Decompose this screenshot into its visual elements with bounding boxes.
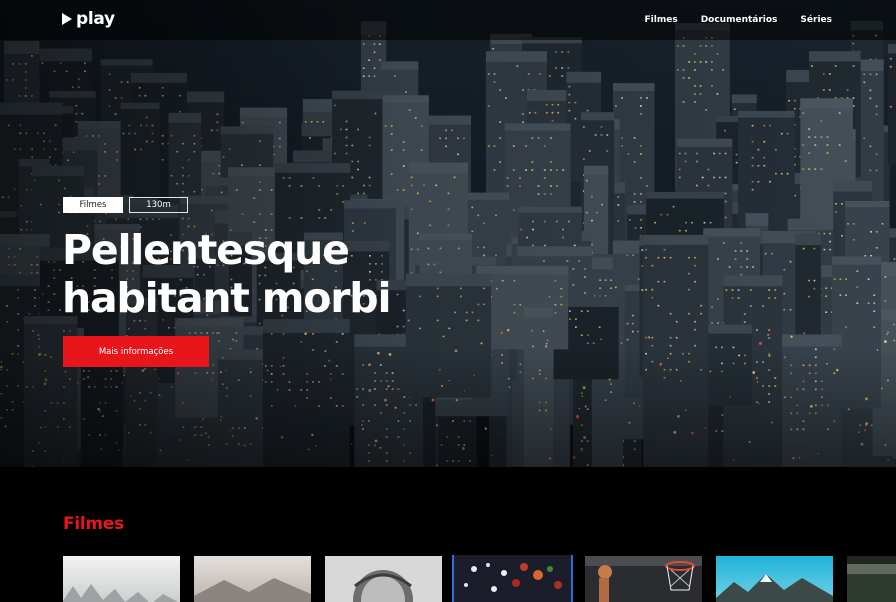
hero-banner: Filmes 130m Pellentesque habitant morbi … (0, 0, 896, 467)
top-nav-bar: play Filmes Documentários Séries (0, 0, 896, 40)
hero-title-line-1: Pellentesque (62, 226, 350, 274)
foggy-forest-thumbnail (63, 556, 180, 602)
bw-portrait-thumbnail (325, 556, 442, 602)
movie-card-6[interactable] (716, 556, 833, 602)
nav-filmes[interactable]: Filmes (645, 15, 678, 25)
row-title: Filmes (63, 514, 124, 534)
movie-card-2[interactable] (194, 556, 311, 602)
misty-mountains-thumbnail (194, 556, 311, 602)
more-info-button[interactable]: Mais informações (63, 336, 209, 367)
movie-card-5[interactable] (585, 556, 702, 602)
duration-badge: 130m (129, 197, 188, 213)
mountain-lake-thumbnail (716, 556, 833, 602)
basketball-hoop-thumbnail (585, 556, 702, 602)
movie-card-7[interactable] (847, 556, 896, 602)
colorful-food-thumbnail (454, 555, 571, 602)
play-logo[interactable]: play (62, 9, 115, 29)
hero-title-line-2: habitant morbi (62, 274, 391, 322)
genre-badge: Filmes (63, 197, 123, 213)
hero-title: Pellentesque habitant morbi (62, 226, 482, 322)
nav-series[interactable]: Séries (800, 15, 832, 25)
play-triangle-icon (62, 13, 72, 25)
main-nav: Filmes Documentários Séries (645, 0, 832, 40)
movie-card-1[interactable] (63, 556, 180, 602)
dark-landscape-thumbnail (847, 556, 896, 602)
movie-card-3[interactable] (325, 556, 442, 602)
logo-text: play (76, 9, 115, 29)
movie-row (63, 555, 896, 602)
nav-documentarios[interactable]: Documentários (701, 15, 778, 25)
movie-card-4[interactable] (452, 555, 573, 602)
hero-badges: Filmes 130m (63, 197, 188, 213)
